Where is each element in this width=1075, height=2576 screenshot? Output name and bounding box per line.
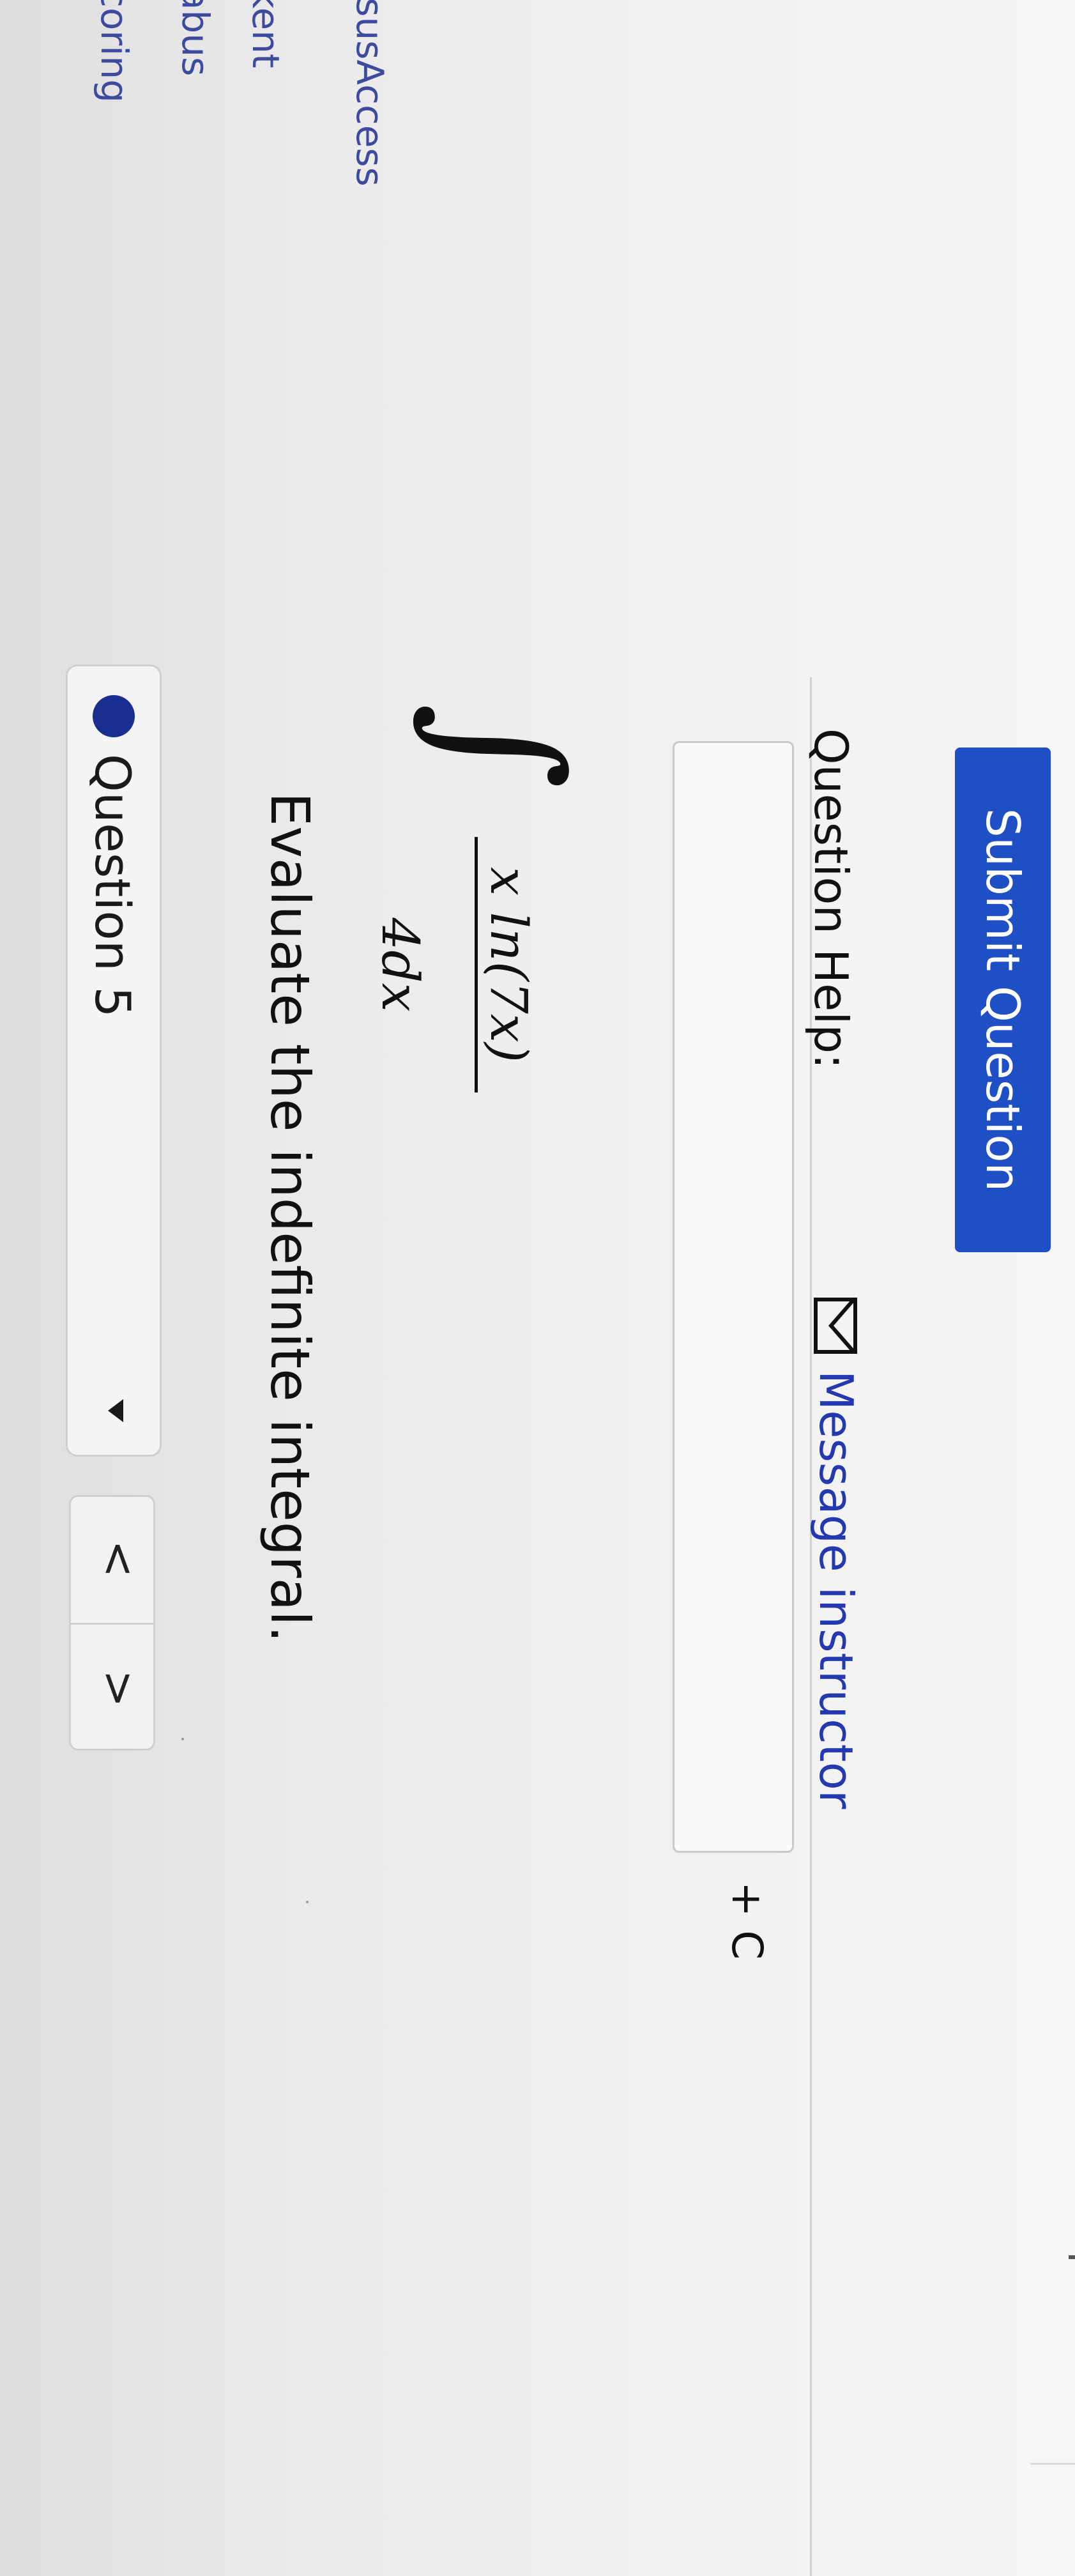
previous-question-button[interactable]: < — [93, 1495, 145, 1623]
integrand-numerator: 4dx — [370, 917, 430, 1012]
status-dot-icon — [93, 695, 135, 737]
screen-speck — [181, 1738, 184, 1740]
sidebar-item-access[interactable]: isusAccess — [348, 0, 392, 187]
screen-photo: coring abus kent isusAccess Question 5 <… — [0, 0, 1075, 2576]
screen-speck — [306, 1901, 309, 1903]
constant-of-integration: + C — [722, 1882, 772, 1960]
question-select-label: Question 5 — [84, 754, 141, 1018]
frame-line — [1030, 2463, 1075, 2465]
sidebar-item-syllabus[interactable]: abus — [174, 0, 217, 76]
integral-sign: ∫ — [404, 703, 597, 790]
envelope-icon[interactable] — [813, 1297, 858, 1354]
submit-question-button[interactable]: Submit Question — [955, 747, 1051, 1252]
integrand-denominator: x ln(7x) — [479, 866, 538, 1063]
answer-input[interactable] — [673, 741, 794, 1853]
fraction-bar — [475, 837, 478, 1092]
sidebar-item-kent[interactable]: kent — [244, 0, 287, 68]
next-question-button[interactable]: > — [93, 1625, 145, 1752]
frame-edge-mark — [1069, 2255, 1075, 2259]
chevron-down-icon[interactable] — [108, 1399, 123, 1422]
question-prompt: Evaluate the indefinite integral. — [259, 792, 321, 1643]
sidebar-item-scoring[interactable]: coring — [93, 0, 136, 103]
question-help-label: Question Help: — [804, 728, 858, 1070]
message-instructor-link[interactable]: Message instructor — [809, 1370, 863, 1809]
